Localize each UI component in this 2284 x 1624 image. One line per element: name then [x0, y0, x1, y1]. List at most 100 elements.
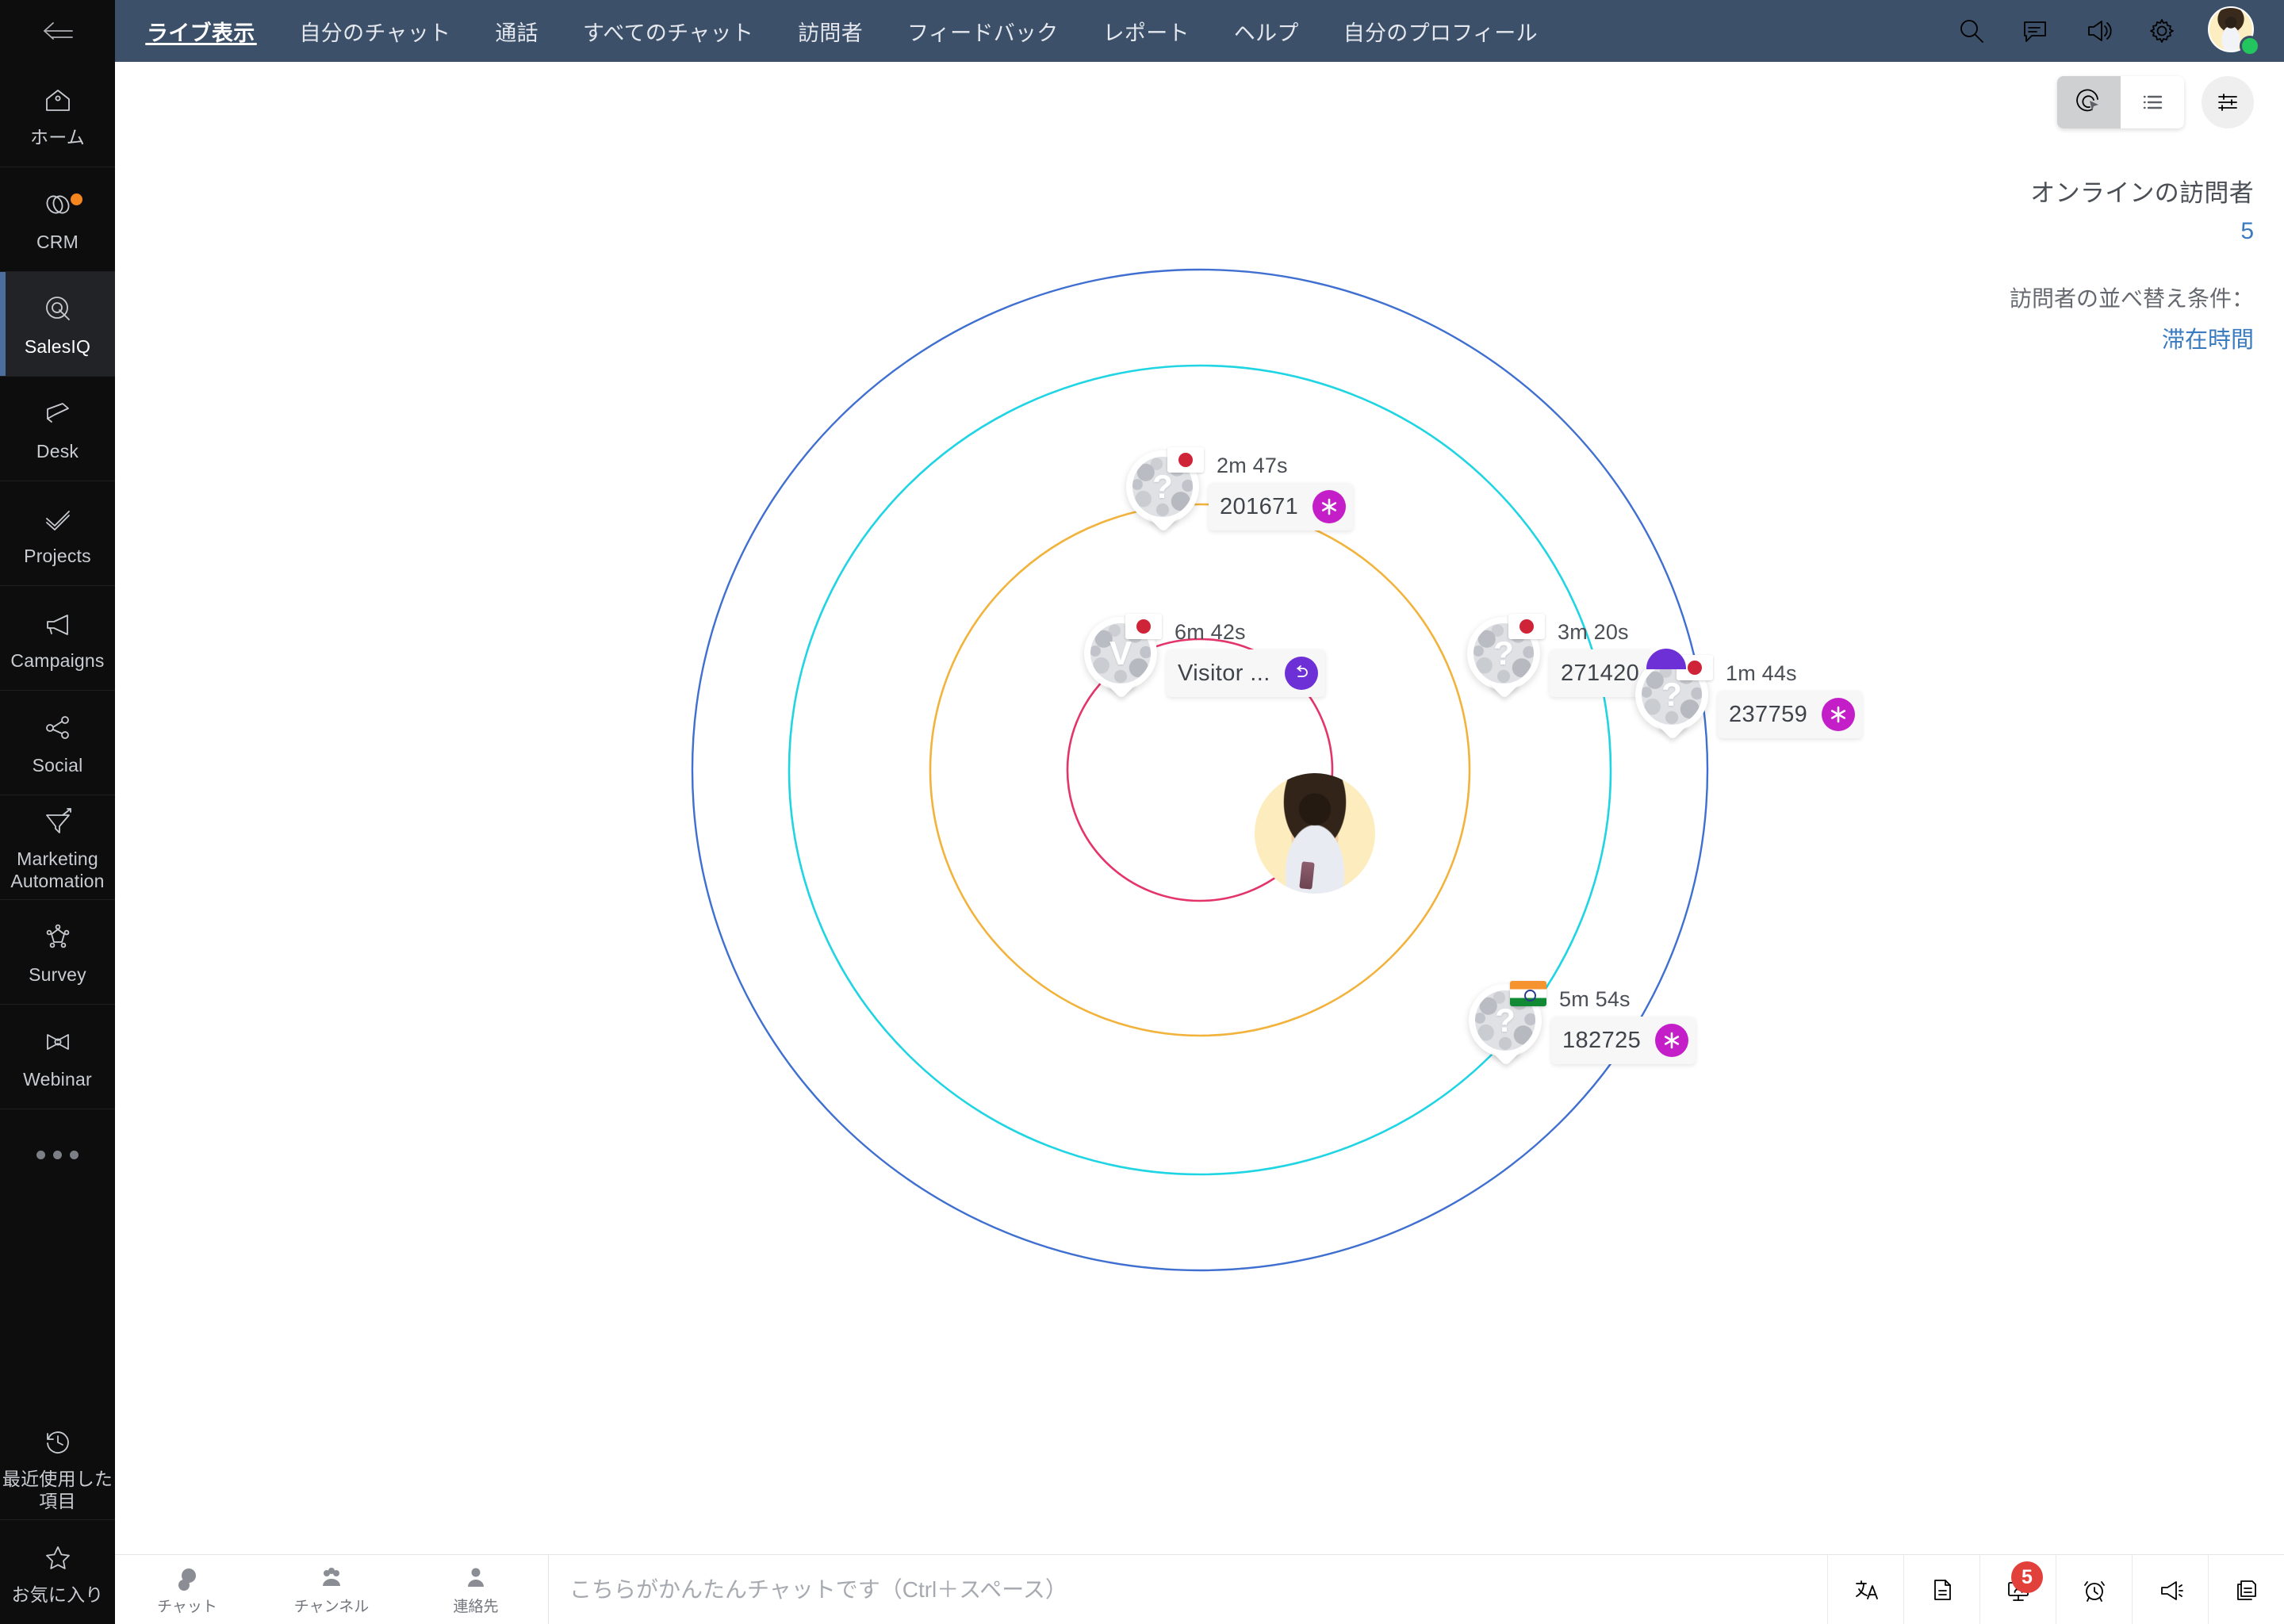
sidebar-item-desk[interactable]: Desk — [0, 376, 115, 481]
tab-label: ライブ表示 — [147, 21, 255, 45]
sidebar-item-campaigns[interactable]: Campaigns — [0, 585, 115, 690]
presenter-screen-icon[interactable]: 5 — [1979, 1555, 2056, 1624]
search-icon[interactable] — [1940, 0, 2003, 62]
announcement-speaker-icon[interactable] — [2067, 0, 2130, 62]
rail-items: ホーム CRM SalesIQ Desk Projects Campaigns … — [0, 62, 115, 1415]
sidebar-item-label: Projects — [24, 546, 91, 566]
visitor-id: 201671 — [1220, 493, 1299, 519]
sidebar-item-label: 最近使用した項目 — [2, 1468, 113, 1511]
chat-bubble-icon[interactable] — [2003, 0, 2067, 62]
sidebar-item-crm[interactable]: CRM — [0, 167, 115, 271]
bottom-tab-label: チャンネル — [293, 1598, 370, 1615]
filter-sliders-button[interactable] — [2202, 76, 2254, 128]
visitor-time: 2m 47s — [1217, 454, 1288, 477]
recent-clock-icon — [39, 1423, 77, 1461]
sidebar-item-home[interactable]: ホーム — [0, 62, 115, 167]
sidebar-item-label: Social — [32, 755, 83, 776]
gear-icon[interactable] — [2130, 0, 2194, 62]
tab-all-chats[interactable]: すべてのチャット — [561, 0, 776, 62]
bottom-tab-contacts[interactable]: 連絡先 — [404, 1555, 548, 1624]
country-flag-in-icon — [1510, 981, 1546, 1006]
visitor-info: 1m 44s 237759 — [1718, 658, 1863, 738]
visitor-marker[interactable]: ? 1m 44s 237759 — [1635, 649, 1863, 744]
visitor-marker[interactable]: ? 2m 47s 201671 — [1126, 447, 1354, 536]
tab-label: 通話 — [495, 21, 538, 45]
sidebar-item-label: Campaigns — [10, 650, 105, 671]
sort-label: 訪問者の並べ替え条件： — [2009, 286, 2254, 311]
visitor-id-row[interactable]: 182725 — [1551, 1017, 1696, 1064]
panel-controls — [2010, 76, 2254, 128]
radar-view-button[interactable] — [2057, 76, 2121, 128]
left-nav-rail: ホーム CRM SalesIQ Desk Projects Campaigns … — [0, 0, 115, 1624]
projects-check-icon — [39, 500, 77, 538]
sidebar-item-salesiq[interactable]: SalesIQ — [0, 271, 115, 376]
sidebar-item-webinar[interactable]: Webinar — [0, 1004, 115, 1109]
tab-reports[interactable]: レポート — [1081, 0, 1212, 62]
visitor-star-badge-icon[interactable] — [1655, 1024, 1689, 1057]
sidebar-item-projects[interactable]: Projects — [0, 481, 115, 585]
visitor-id-row[interactable]: Visitor ... — [1167, 649, 1325, 697]
visitor-marker[interactable]: V 6m 42s Visitor ... — [1084, 614, 1325, 703]
visitor-time: 3m 20s — [1558, 620, 1629, 644]
visitor-info: 5m 54s 182725 — [1551, 984, 1696, 1064]
country-flag-jp-icon — [1508, 614, 1545, 639]
sidebar-item-survey[interactable]: Survey — [0, 899, 115, 1004]
visitor-id: 182725 — [1562, 1027, 1642, 1053]
tab-feedback[interactable]: フィードバック — [885, 0, 1081, 62]
presenter-badge: 5 — [2011, 1561, 2043, 1593]
document-icon[interactable] — [1903, 1555, 1979, 1624]
tab-visitors[interactable]: 訪問者 — [776, 0, 885, 62]
sort-value[interactable]: 滞在時間 — [2010, 321, 2254, 354]
more-dots-icon — [36, 1151, 79, 1159]
visitor-time: 5m 54s — [1559, 987, 1631, 1011]
sidebar-item-label: Marketing Automation — [10, 848, 105, 891]
avatar[interactable] — [2208, 6, 2260, 56]
visitor-id: Visitor ... — [1178, 660, 1270, 686]
visitor-star-badge-icon[interactable] — [1822, 698, 1856, 731]
megaphone-icon[interactable] — [2132, 1555, 2208, 1624]
favorites-star-icon — [39, 1538, 77, 1576]
tab-my-chats[interactable]: 自分のチャット — [278, 0, 473, 62]
sidebar-more-button[interactable] — [0, 1109, 115, 1235]
bottom-tab-label: チャット — [157, 1598, 217, 1615]
tab-my-profile[interactable]: 自分のプロフィール — [1321, 0, 1560, 62]
visitor-id: 237759 — [1729, 701, 1808, 727]
sidebar-item-recent[interactable]: 最近使用した項目 — [0, 1415, 115, 1519]
rail-collapse-button[interactable] — [0, 0, 115, 62]
sidebar-item-label: Desk — [36, 441, 79, 462]
visitor-star-badge-icon[interactable] — [1313, 490, 1347, 523]
tab-label: 自分のプロフィール — [1343, 21, 1538, 45]
visitor-pin: ? — [1469, 981, 1546, 1070]
tab-help[interactable]: ヘルプ — [1212, 0, 1321, 62]
survey-icon — [39, 918, 77, 956]
visitor-id-row[interactable]: 237759 — [1718, 691, 1863, 738]
translate-icon[interactable] — [1827, 1555, 1903, 1624]
visitors-panel: オンラインの訪問者 5 訪問者の並べ替え条件： 滞在時間 — [2010, 76, 2254, 354]
sidebar-item-label: お気に入り — [11, 1584, 104, 1605]
returning-visitor-badge-icon[interactable] — [1284, 657, 1318, 690]
quick-chat-input[interactable] — [549, 1554, 1827, 1624]
quick-chat-input-wrap — [548, 1554, 1827, 1624]
top-tabs: ライブ表示 自分のチャット 通話 すべてのチャット 訪問者 フィードバック レポ… — [125, 0, 1560, 62]
alarm-clock-icon[interactable] — [2056, 1555, 2132, 1624]
copy-files-icon[interactable] — [2208, 1555, 2284, 1624]
operator-avatar[interactable] — [1255, 773, 1375, 894]
visitor-marker[interactable]: ? 5m 54s 182725 — [1469, 981, 1696, 1070]
sidebar-item-social[interactable]: Social — [0, 690, 115, 795]
visitor-marker[interactable]: ? 3m 20s 271420 — [1467, 614, 1656, 703]
visitor-info: 6m 42s Visitor ... — [1167, 617, 1325, 697]
sidebar-item-label: Survey — [29, 964, 86, 985]
sidebar-item-favorites[interactable]: お気に入り — [0, 1519, 115, 1624]
list-view-button[interactable] — [2121, 76, 2184, 128]
bottom-tab-channels[interactable]: チャンネル — [259, 1555, 404, 1624]
visitor-id-row[interactable]: 201671 — [1209, 483, 1354, 530]
topbar-icons — [1940, 0, 2284, 62]
bottom-bar-icons: 5 — [1827, 1555, 2284, 1624]
sidebar-item-marketing-automation[interactable]: Marketing Automation — [0, 795, 115, 899]
bottom-tab-chat[interactable]: チャット — [115, 1555, 259, 1624]
tab-label: 訪問者 — [798, 21, 864, 45]
tab-calls[interactable]: 通話 — [473, 0, 561, 62]
country-flag-jp-icon — [1167, 447, 1204, 473]
tab-live-view[interactable]: ライブ表示 — [125, 0, 278, 62]
